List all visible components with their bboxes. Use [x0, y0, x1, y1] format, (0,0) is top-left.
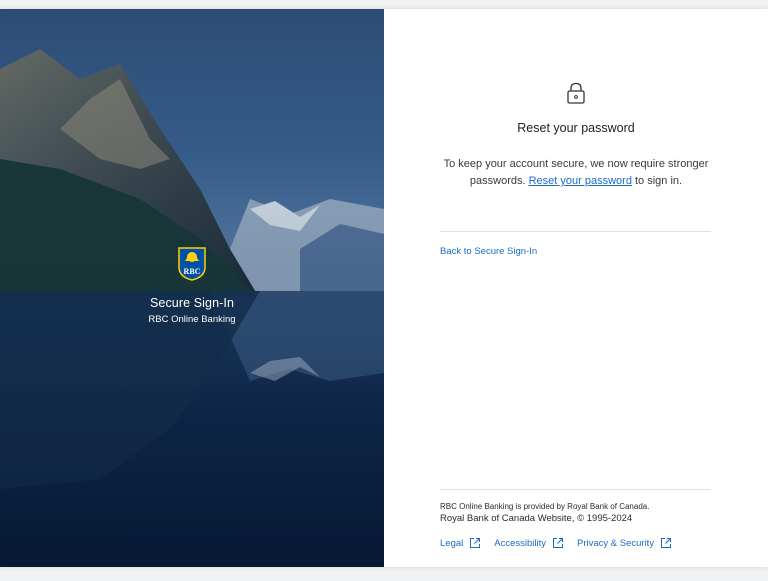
rbc-shield-logo: RBC	[178, 247, 206, 281]
message-text-end: to sign in.	[635, 175, 683, 187]
footer-divider	[440, 489, 711, 490]
external-link-icon	[661, 538, 672, 548]
reset-password-panel: Reset your password To keep your account…	[384, 9, 768, 567]
rbc-logo-text: RBC	[184, 267, 201, 276]
reset-message: To keep your account secure, we now requ…	[432, 156, 720, 190]
hero-title: Secure Sign-In	[149, 296, 235, 310]
lock-icon	[567, 82, 585, 104]
accessibility-link[interactable]: Accessibility	[494, 537, 564, 549]
accessibility-link-label: Accessibility	[494, 537, 546, 549]
legal-link[interactable]: Legal	[440, 537, 481, 549]
reset-password-link[interactable]: Reset your password	[529, 175, 632, 187]
legal-link-label: Legal	[440, 537, 464, 549]
page-frame: RBC Secure Sign-In RBC Online Banking Re…	[0, 9, 768, 567]
privacy-security-link[interactable]: Privacy & Security	[577, 537, 672, 549]
external-link-icon	[553, 538, 563, 548]
provided-by-text: RBC Online Banking is provided by Royal …	[440, 502, 650, 511]
copyright-text: Royal Bank of Canada Website, © 1995-202…	[440, 513, 633, 524]
back-to-sign-in-link[interactable]: Back to Secure Sign-In	[440, 246, 537, 257]
footer-links: Legal Accessibility Privacy & Security	[440, 537, 685, 549]
brand-block: RBC Secure Sign-In RBC Online Banking	[0, 247, 384, 327]
privacy-security-link-label: Privacy & Security	[577, 537, 655, 549]
page-title: Reset your password	[517, 121, 635, 135]
external-link-icon	[470, 538, 481, 548]
divider	[440, 231, 711, 232]
hero-panel: RBC Secure Sign-In RBC Online Banking	[0, 9, 384, 567]
footer-legal-text: RBC Online Banking is provided by Royal …	[440, 501, 740, 526]
hero-subtitle: RBC Online Banking	[148, 314, 236, 325]
